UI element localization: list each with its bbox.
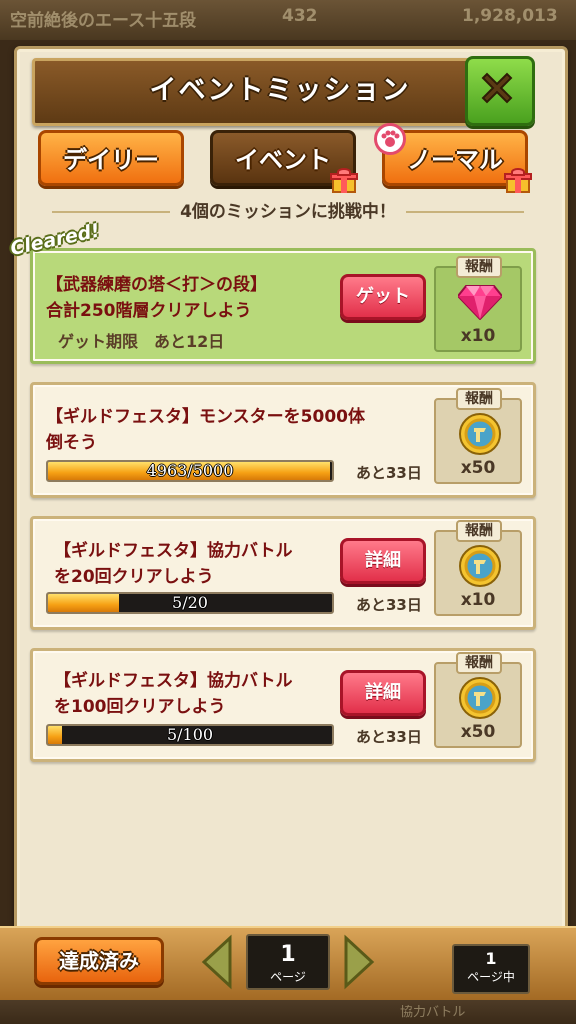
mission-1-deadline: ゲット期限 あと12日 [58,332,225,351]
mission-4-progress-bar: 5/100 [46,724,334,746]
mission-2-progress-bar: 4963/5000 [46,460,334,482]
mission-1-desc: 合計250階層クリアしよう [46,301,252,321]
player-title-text: 空前絶後のエース十五段 [10,11,197,31]
mission-3-reward: 報酬 x10 [434,520,522,616]
medal-icon [459,545,501,587]
prev-page-arrow-icon[interactable] [200,934,234,990]
gem-icon [458,285,502,320]
background-status-bar: 空前絶後のエース十五段 432 1,928,013 [0,0,576,40]
mission-3-progress-bar: 5/20 [46,592,334,614]
page-indicator: 1 ページ [246,934,330,990]
gift-icon [504,168,532,194]
medal-icon [459,677,501,719]
mission-3-title: 【ギルドフェスタ】協力バトル [54,541,293,561]
current-page-indicator: 1 ページ中 [452,944,530,994]
detail-button[interactable]: 詳細 [340,670,426,716]
mission-4-days-left: あと33日 [356,728,422,746]
mission-2-desc: 倒そう [46,433,97,453]
tab-daily[interactable]: デイリー [38,130,184,186]
close-button[interactable] [465,56,535,126]
reward-header: 報酬 [456,256,502,278]
mission-3-desc: を20回クリアしよう [54,567,214,587]
player-stat-text: 432 [282,6,318,26]
detail-button[interactable]: 詳細 [340,538,426,584]
next-page-arrow-icon[interactable] [342,934,376,990]
background-bottom-text: 協力バトル [400,1005,466,1020]
mission-2-days-left: あと33日 [356,464,422,482]
reward-quantity: x50 [460,722,496,742]
current-page-number: 1 [485,949,497,968]
progress-text: 4963/5000 [146,461,234,480]
page-label: ページ [270,970,306,984]
page-number: 1 [280,942,296,967]
reward-header: 報酬 [456,520,502,542]
mission-1-title: 【武器練磨の塔＜打＞の段】 [46,275,267,295]
reward-quantity: x10 [460,326,496,346]
gift-icon [330,168,358,194]
page-title: イベントミッション [149,75,411,106]
player-score-text: 1,928,013 [462,6,558,26]
reward-header: 報酬 [456,652,502,674]
get-reward-button[interactable]: ゲット [340,274,426,320]
reward-quantity: x50 [460,458,496,478]
reward-header: 報酬 [456,388,502,410]
mission-count-label: 4個のミッションに挑戦中！ [30,198,546,226]
achieved-button[interactable]: 達成済み [34,937,164,985]
progress-text: 5/20 [172,593,208,612]
mission-4-title: 【ギルドフェスタ】協力バトル [54,671,293,691]
reward-quantity: x10 [460,590,496,610]
mission-3-days-left: あと33日 [356,596,422,614]
mission-2-reward: 報酬 x50 [434,388,522,484]
mission-1-reward: 報酬 x10 [434,256,522,352]
mission-4-reward: 報酬 x50 [434,652,522,748]
paw-notification-icon [374,123,406,155]
progress-text: 5/100 [166,725,214,744]
close-icon [481,72,513,104]
mission-2-title: 【ギルドフェスタ】モンスターを5000体 [46,407,365,427]
title-bar: イベントミッション [32,58,528,126]
mission-4-desc: を100回クリアしよう [54,697,226,717]
medal-icon [459,413,501,455]
current-page-label: ページ中 [467,970,515,984]
